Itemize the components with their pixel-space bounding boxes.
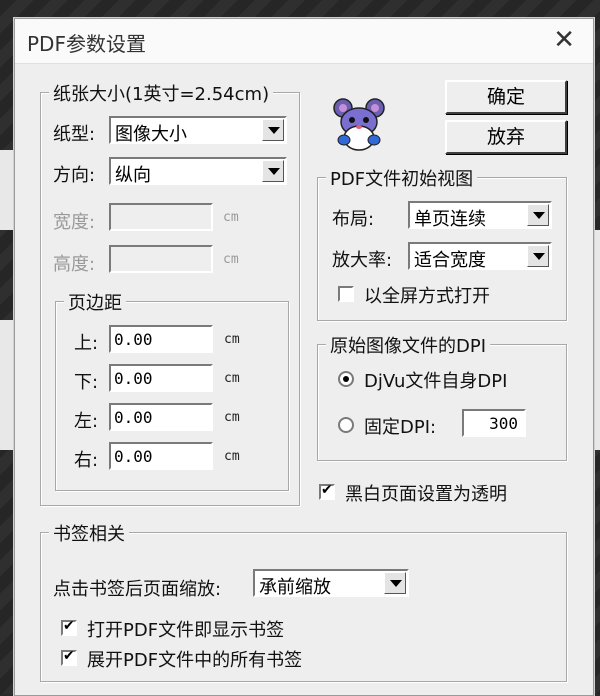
margin-left-label: 左: (74, 411, 99, 432)
margin-bottom-label: 下: (74, 372, 99, 393)
expand-bookmarks-label[interactable]: 展开PDF文件中的所有书签 (87, 646, 302, 672)
pdf-settings-dialog: PDF参数设置 ✕ 纸张大小(1英寸=2.54cm) 纸型: 图像大小 方向: … (14, 18, 594, 696)
width-unit: cm (223, 210, 239, 225)
close-icon[interactable]: ✕ (553, 25, 575, 55)
bookmark-zoom-label: 点击书签后页面缩放: (53, 579, 222, 600)
zoom-value: 适合宽度 (414, 250, 486, 271)
dpi-own-label[interactable]: DjVu文件自身DPI (364, 367, 507, 393)
paper-size-group: 纸张大小(1英寸=2.54cm) 纸型: 图像大小 方向: 纵向 宽度: cm … (40, 80, 300, 506)
margin-top-label: 上: (74, 333, 99, 354)
bookmarks-legend: 书签相关 (49, 520, 129, 546)
transparent-checkbox[interactable] (319, 482, 335, 500)
margin-left-unit: cm (224, 410, 240, 425)
height-label: 高度: (53, 254, 96, 275)
orientation-select[interactable]: 纵向 (109, 157, 287, 186)
margin-left-value: 0.00 (114, 408, 153, 427)
chevron-down-icon[interactable] (527, 245, 549, 267)
layout-select[interactable]: 单页连续 (408, 201, 552, 230)
bookmark-zoom-value: 承前缩放 (259, 577, 331, 598)
dpi-fixed-radio[interactable] (338, 417, 354, 433)
paper-type-select[interactable]: 图像大小 (109, 116, 287, 145)
transparent-label[interactable]: 黑白页面设置为透明 (345, 480, 507, 506)
margin-top-unit: cm (224, 332, 240, 347)
paper-size-legend: 纸张大小(1英寸=2.54cm) (49, 80, 274, 106)
show-bookmarks-label[interactable]: 打开PDF文件即显示书签 (87, 616, 284, 642)
dpi-own-radio[interactable] (338, 371, 354, 387)
fullscreen-checkbox[interactable] (338, 286, 354, 302)
dpi-fixed-field[interactable]: 300 (462, 409, 526, 437)
margin-bottom-unit: cm (224, 371, 240, 386)
chevron-down-icon[interactable] (384, 572, 406, 594)
margin-top-value: 0.00 (114, 330, 153, 349)
chevron-down-icon[interactable] (262, 119, 284, 141)
show-bookmarks-checkbox[interactable] (61, 618, 77, 636)
margin-right-unit: cm (224, 449, 240, 464)
dpi-fixed-label[interactable]: 固定DPI: (364, 413, 436, 439)
chevron-down-icon[interactable] (262, 160, 284, 182)
zoom-label: 放大率: (332, 250, 393, 271)
margin-left-field[interactable]: 0.00 (109, 403, 213, 431)
ok-button[interactable]: 确定 (445, 80, 567, 114)
title-bar: PDF参数设置 ✕ (15, 19, 593, 64)
layout-value: 单页连续 (414, 209, 486, 230)
initial-view-legend: PDF文件初始视图 (326, 165, 478, 191)
margin-right-field[interactable]: 0.00 (109, 442, 213, 470)
dialog-content: 纸张大小(1英寸=2.54cm) 纸型: 图像大小 方向: 纵向 宽度: cm … (15, 64, 593, 695)
mascot-icon (333, 98, 385, 151)
bookmark-zoom-select[interactable]: 承前缩放 (253, 569, 409, 598)
margin-top-field[interactable]: 0.00 (109, 325, 213, 353)
initial-view-group: PDF文件初始视图 布局: 单页连续 放大率: 适合宽度 以全屏方式打开 (317, 165, 567, 321)
cancel-button[interactable]: 放弃 (445, 120, 567, 154)
paper-type-label: 纸型: (53, 124, 96, 145)
expand-bookmarks-checkbox[interactable] (61, 648, 77, 666)
fullscreen-label[interactable]: 以全屏方式打开 (364, 282, 490, 308)
margins-legend: 页边距 (64, 289, 126, 315)
bookmarks-group: 书签相关 点击书签后页面缩放: 承前缩放 打开PDF文件即显示书签 展开PDF文… (40, 520, 567, 682)
margin-bottom-value: 0.00 (114, 369, 153, 388)
orientation-label: 方向: (53, 165, 96, 186)
layout-label: 布局: (332, 209, 375, 230)
dialog-title: PDF参数设置 (27, 32, 146, 56)
dpi-fixed-value: 300 (489, 414, 518, 433)
dpi-group: 原始图像文件的DPI DjVu文件自身DPI 固定DPI: 300 (317, 332, 567, 461)
paper-type-value: 图像大小 (115, 124, 187, 145)
height-unit: cm (223, 252, 239, 267)
margin-right-label: 右: (74, 450, 99, 471)
width-label: 宽度: (53, 212, 96, 233)
margin-right-value: 0.00 (114, 447, 153, 466)
margin-bottom-field[interactable]: 0.00 (109, 364, 213, 392)
margins-group: 页边距 上: 0.00 cm 下: 0.00 cm 左: 0.00 cm 右: … (55, 289, 289, 491)
dpi-legend: 原始图像文件的DPI (326, 332, 491, 358)
chevron-down-icon[interactable] (527, 204, 549, 226)
height-field (109, 245, 213, 273)
orientation-value: 纵向 (115, 165, 151, 186)
zoom-select[interactable]: 适合宽度 (408, 242, 552, 271)
width-field (109, 203, 213, 231)
